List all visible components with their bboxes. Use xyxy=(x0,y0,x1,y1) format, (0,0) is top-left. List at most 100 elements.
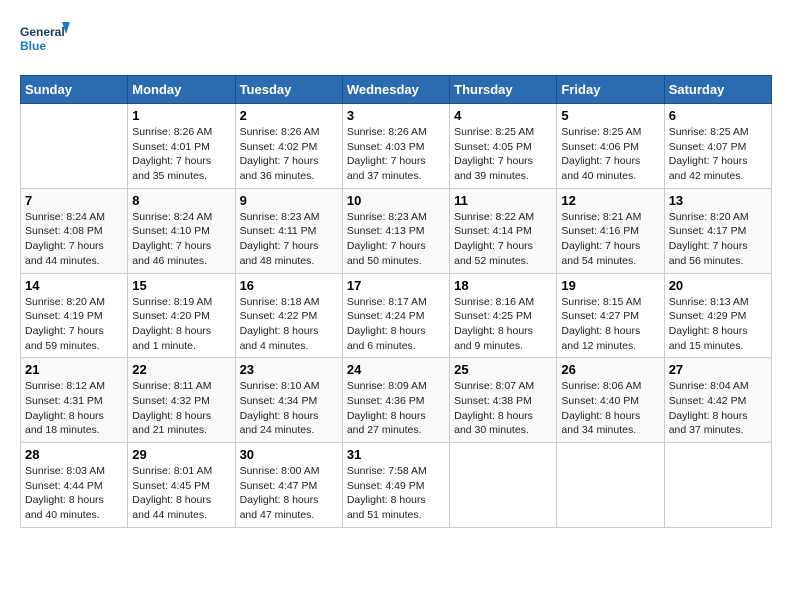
calendar-week-row: 21 Sunrise: 8:12 AMSunset: 4:31 PMDayligh… xyxy=(21,358,772,443)
cell-content: Sunrise: 8:23 AMSunset: 4:11 PMDaylight:… xyxy=(240,210,338,269)
day-number: 10 xyxy=(347,193,445,208)
calendar-cell: 17 Sunrise: 8:17 AMSunset: 4:24 PMDayligh… xyxy=(342,273,449,358)
calendar-cell xyxy=(450,443,557,528)
day-number: 22 xyxy=(132,362,230,377)
day-number: 4 xyxy=(454,108,552,123)
calendar-table: SundayMondayTuesdayWednesdayThursdayFrid… xyxy=(20,75,772,528)
cell-content: Sunrise: 8:10 AMSunset: 4:34 PMDaylight:… xyxy=(240,379,338,438)
day-number: 1 xyxy=(132,108,230,123)
calendar-cell: 2 Sunrise: 8:26 AMSunset: 4:02 PMDaylight… xyxy=(235,104,342,189)
day-number: 21 xyxy=(25,362,123,377)
calendar-cell xyxy=(664,443,771,528)
svg-text:Blue: Blue xyxy=(20,39,46,53)
cell-content: Sunrise: 8:01 AMSunset: 4:45 PMDaylight:… xyxy=(132,464,230,523)
calendar-cell: 27 Sunrise: 8:04 AMSunset: 4:42 PMDayligh… xyxy=(664,358,771,443)
cell-content: Sunrise: 8:25 AMSunset: 4:06 PMDaylight:… xyxy=(561,125,659,184)
day-number: 14 xyxy=(25,278,123,293)
cell-content: Sunrise: 8:26 AMSunset: 4:03 PMDaylight:… xyxy=(347,125,445,184)
logo-graphic: General Blue xyxy=(20,20,70,65)
calendar-cell: 16 Sunrise: 8:18 AMSunset: 4:22 PMDayligh… xyxy=(235,273,342,358)
cell-content: Sunrise: 8:24 AMSunset: 4:10 PMDaylight:… xyxy=(132,210,230,269)
calendar-cell: 6Sunrise: 8:25 AMSunset: 4:07 PMDaylight… xyxy=(664,104,771,189)
day-number: 7 xyxy=(25,193,123,208)
calendar-cell: 5 Sunrise: 8:25 AMSunset: 4:06 PMDaylight… xyxy=(557,104,664,189)
day-number: 9 xyxy=(240,193,338,208)
day-number: 28 xyxy=(25,447,123,462)
cell-content: Sunrise: 8:04 AMSunset: 4:42 PMDaylight:… xyxy=(669,379,767,438)
cell-content: Sunrise: 8:20 AMSunset: 4:19 PMDaylight:… xyxy=(25,295,123,354)
day-number: 15 xyxy=(132,278,230,293)
calendar-cell: 10 Sunrise: 8:23 AMSunset: 4:13 PMDayligh… xyxy=(342,188,449,273)
calendar-cell: 18Sunrise: 8:16 AMSunset: 4:25 PMDayligh… xyxy=(450,273,557,358)
day-number: 24 xyxy=(347,362,445,377)
calendar-cell: 7 Sunrise: 8:24 AMSunset: 4:08 PMDaylight… xyxy=(21,188,128,273)
calendar-cell: 14 Sunrise: 8:20 AMSunset: 4:19 PMDayligh… xyxy=(21,273,128,358)
column-header-friday: Friday xyxy=(557,76,664,104)
day-number: 2 xyxy=(240,108,338,123)
calendar-cell: 23 Sunrise: 8:10 AMSunset: 4:34 PMDayligh… xyxy=(235,358,342,443)
cell-content: Sunrise: 8:22 AMSunset: 4:14 PMDaylight:… xyxy=(454,210,552,269)
day-number: 30 xyxy=(240,447,338,462)
calendar-cell: 24Sunrise: 8:09 AMSunset: 4:36 PMDayligh… xyxy=(342,358,449,443)
column-header-tuesday: Tuesday xyxy=(235,76,342,104)
cell-content: Sunrise: 8:03 AMSunset: 4:44 PMDaylight:… xyxy=(25,464,123,523)
day-number: 31 xyxy=(347,447,445,462)
day-number: 29 xyxy=(132,447,230,462)
cell-content: Sunrise: 8:26 AMSunset: 4:02 PMDaylight:… xyxy=(240,125,338,184)
calendar-cell: 29 Sunrise: 8:01 AMSunset: 4:45 PMDayligh… xyxy=(128,443,235,528)
calendar-cell: 13Sunrise: 8:20 AMSunset: 4:17 PMDayligh… xyxy=(664,188,771,273)
cell-content: Sunrise: 8:24 AMSunset: 4:08 PMDaylight:… xyxy=(25,210,123,269)
calendar-cell: 31Sunrise: 7:58 AMSunset: 4:49 PMDayligh… xyxy=(342,443,449,528)
cell-content: Sunrise: 8:18 AMSunset: 4:22 PMDaylight:… xyxy=(240,295,338,354)
calendar-cell: 22 Sunrise: 8:11 AMSunset: 4:32 PMDayligh… xyxy=(128,358,235,443)
column-header-sunday: Sunday xyxy=(21,76,128,104)
calendar-cell: 30 Sunrise: 8:00 AMSunset: 4:47 PMDayligh… xyxy=(235,443,342,528)
column-header-saturday: Saturday xyxy=(664,76,771,104)
cell-content: Sunrise: 8:07 AMSunset: 4:38 PMDaylight:… xyxy=(454,379,552,438)
day-number: 20 xyxy=(669,278,767,293)
calendar-cell: 4 Sunrise: 8:25 AMSunset: 4:05 PMDaylight… xyxy=(450,104,557,189)
day-number: 8 xyxy=(132,193,230,208)
day-number: 27 xyxy=(669,362,767,377)
column-header-thursday: Thursday xyxy=(450,76,557,104)
calendar-cell: 15Sunrise: 8:19 AMSunset: 4:20 PMDayligh… xyxy=(128,273,235,358)
cell-content: Sunrise: 8:25 AMSunset: 4:07 PMDaylight:… xyxy=(669,125,767,184)
day-number: 25 xyxy=(454,362,552,377)
calendar-cell: 19Sunrise: 8:15 AMSunset: 4:27 PMDayligh… xyxy=(557,273,664,358)
calendar-cell: 3Sunrise: 8:26 AMSunset: 4:03 PMDaylight… xyxy=(342,104,449,189)
calendar-cell xyxy=(557,443,664,528)
cell-content: Sunrise: 8:20 AMSunset: 4:17 PMDaylight:… xyxy=(669,210,767,269)
cell-content: Sunrise: 8:21 AMSunset: 4:16 PMDaylight:… xyxy=(561,210,659,269)
calendar-cell: 8 Sunrise: 8:24 AMSunset: 4:10 PMDaylight… xyxy=(128,188,235,273)
logo-svg: General Blue xyxy=(20,20,70,60)
logo: General Blue xyxy=(20,20,70,65)
calendar-cell: 11 Sunrise: 8:22 AMSunset: 4:14 PMDayligh… xyxy=(450,188,557,273)
cell-content: Sunrise: 8:25 AMSunset: 4:05 PMDaylight:… xyxy=(454,125,552,184)
calendar-week-row: 7 Sunrise: 8:24 AMSunset: 4:08 PMDaylight… xyxy=(21,188,772,273)
calendar-cell: 20 Sunrise: 8:13 AMSunset: 4:29 PMDayligh… xyxy=(664,273,771,358)
cell-content: Sunrise: 8:23 AMSunset: 4:13 PMDaylight:… xyxy=(347,210,445,269)
svg-text:General: General xyxy=(20,25,65,39)
cell-content: Sunrise: 8:15 AMSunset: 4:27 PMDaylight:… xyxy=(561,295,659,354)
cell-content: Sunrise: 8:12 AMSunset: 4:31 PMDaylight:… xyxy=(25,379,123,438)
cell-content: Sunrise: 8:17 AMSunset: 4:24 PMDaylight:… xyxy=(347,295,445,354)
calendar-cell: 12 Sunrise: 8:21 AMSunset: 4:16 PMDayligh… xyxy=(557,188,664,273)
calendar-week-row: 14 Sunrise: 8:20 AMSunset: 4:19 PMDayligh… xyxy=(21,273,772,358)
day-number: 16 xyxy=(240,278,338,293)
day-number: 12 xyxy=(561,193,659,208)
day-number: 26 xyxy=(561,362,659,377)
day-number: 11 xyxy=(454,193,552,208)
calendar-cell: 21 Sunrise: 8:12 AMSunset: 4:31 PMDayligh… xyxy=(21,358,128,443)
cell-content: Sunrise: 8:13 AMSunset: 4:29 PMDaylight:… xyxy=(669,295,767,354)
cell-content: Sunrise: 8:11 AMSunset: 4:32 PMDaylight:… xyxy=(132,379,230,438)
header: General Blue xyxy=(20,20,772,65)
calendar-cell: 25 Sunrise: 8:07 AMSunset: 4:38 PMDayligh… xyxy=(450,358,557,443)
calendar-cell xyxy=(21,104,128,189)
day-number: 23 xyxy=(240,362,338,377)
day-number: 5 xyxy=(561,108,659,123)
calendar-cell: 26Sunrise: 8:06 AMSunset: 4:40 PMDayligh… xyxy=(557,358,664,443)
cell-content: Sunrise: 8:00 AMSunset: 4:47 PMDaylight:… xyxy=(240,464,338,523)
cell-content: Sunrise: 8:26 AMSunset: 4:01 PMDaylight:… xyxy=(132,125,230,184)
day-number: 17 xyxy=(347,278,445,293)
calendar-cell: 1 Sunrise: 8:26 AMSunset: 4:01 PMDaylight… xyxy=(128,104,235,189)
